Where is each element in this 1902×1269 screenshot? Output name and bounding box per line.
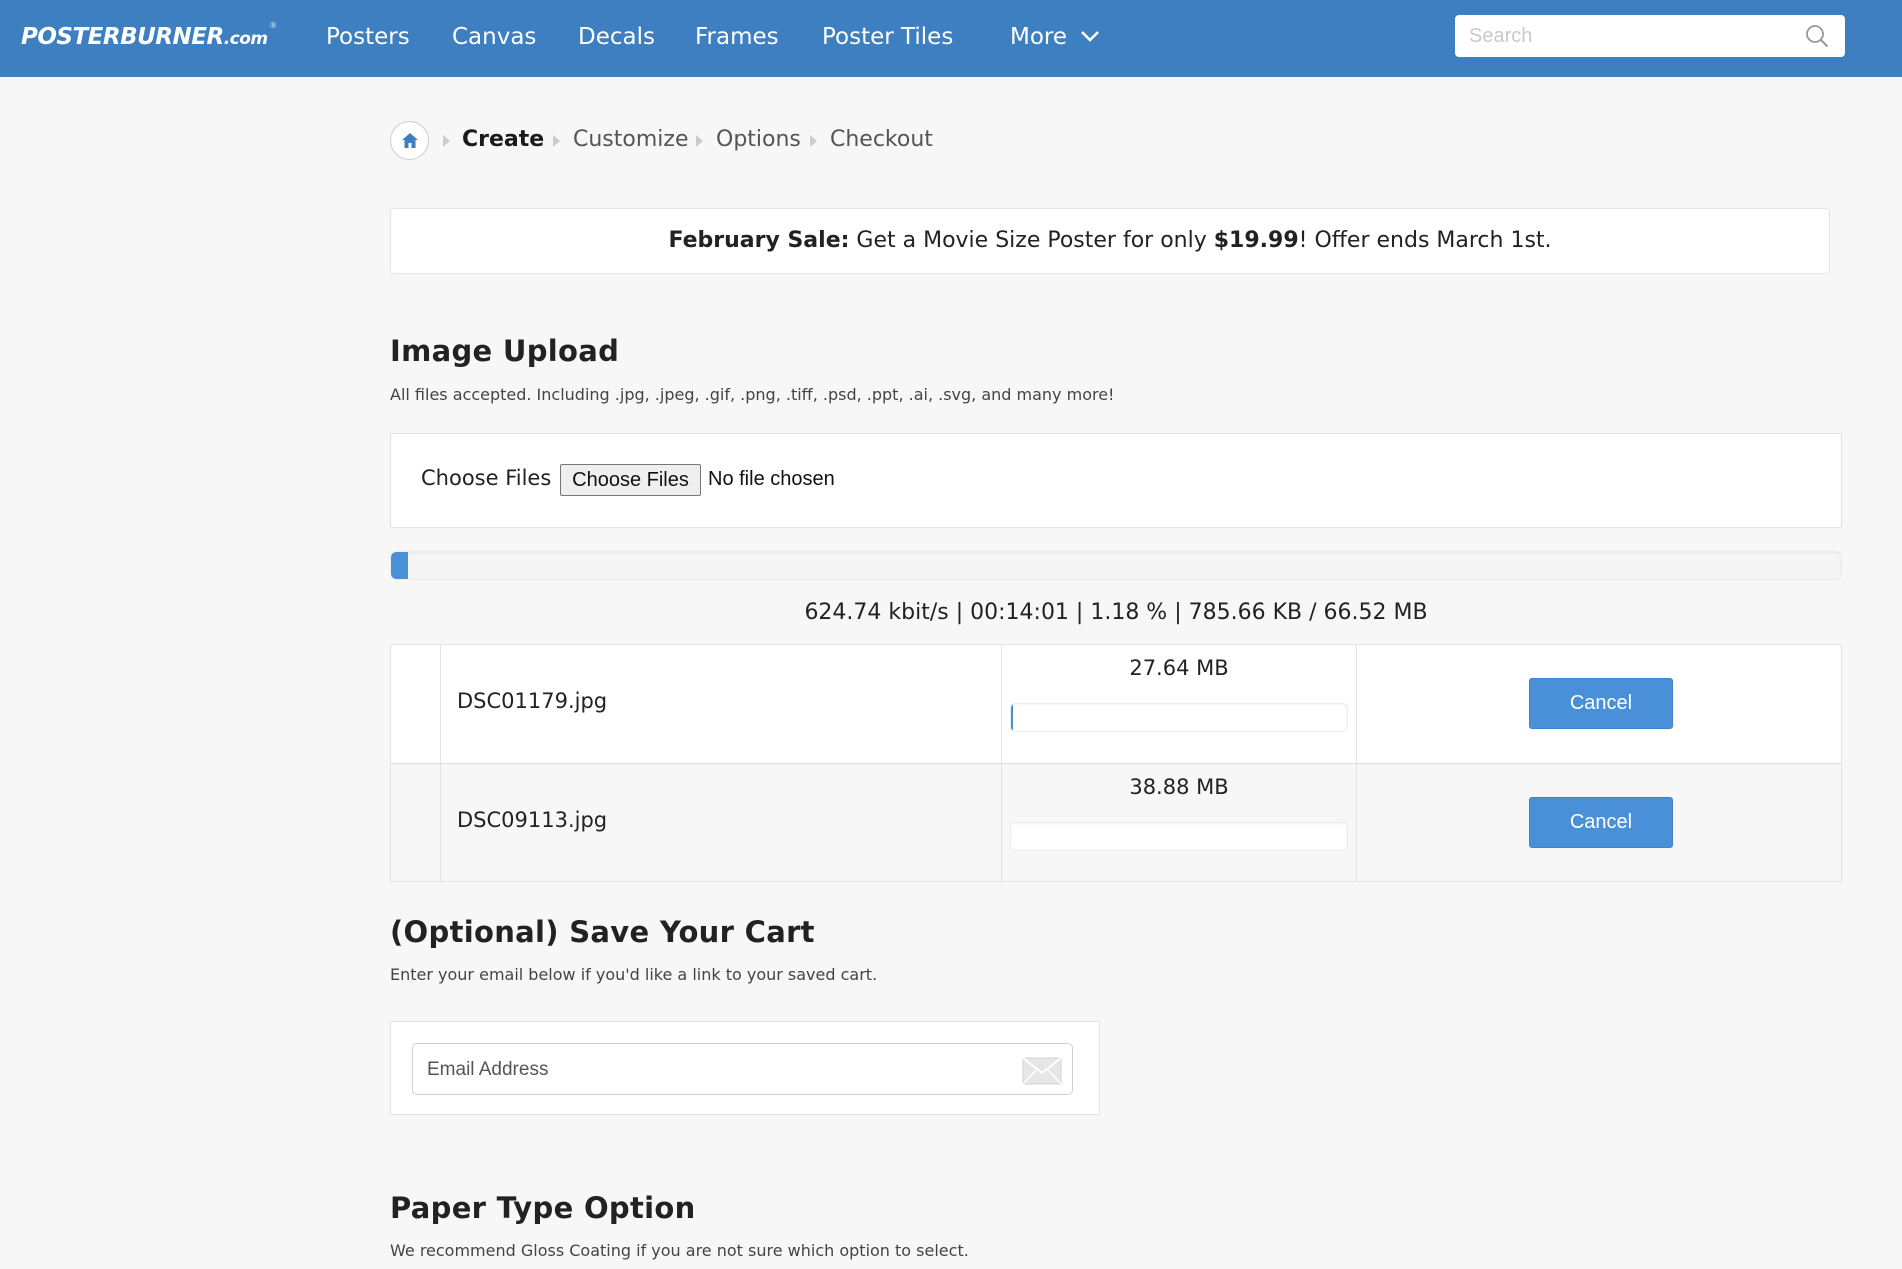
save-cart-subtitle: Enter your email below if you'd like a l… [390,965,878,984]
breadcrumb-separator [696,135,703,147]
nav-frames[interactable]: Frames [695,24,779,50]
file-name: DSC01179.jpg [457,689,608,713]
email-panel [390,1021,1100,1115]
file-progress-bar [1010,703,1348,732]
search-input[interactable] [1469,23,1799,49]
file-size: 27.64 MB [1129,656,1229,680]
top-navbar: POSTERBURNER.com ® Posters Canvas Decals… [0,0,1902,77]
cancel-button[interactable]: Cancel [1529,797,1673,848]
choose-files-label: Choose Files [421,466,552,490]
home-icon [402,133,418,148]
sale-label: February Sale: [668,228,850,253]
chevron-down-icon [1081,30,1100,42]
sale-text-after: ! Offer ends March 1st. [1298,228,1552,253]
nav-more[interactable]: More [1010,24,1100,50]
choose-files-panel: Choose Files Choose Files No file chosen [390,433,1842,528]
envelope-icon [1022,1057,1062,1085]
file-size: 38.88 MB [1129,775,1229,799]
breadcrumb-step-options[interactable]: Options [716,127,801,152]
image-upload-title: Image Upload [390,334,620,368]
image-upload-subtitle: All files accepted. Including .jpg, .jpe… [390,385,1115,404]
breadcrumb-home-button[interactable] [390,121,429,160]
overall-progress-bar [390,551,1842,580]
breadcrumb-separator [443,135,450,147]
upload-file-table: DSC01179.jpg 27.64 MB Cancel DSC09113.jp… [390,644,1842,882]
sale-price: $19.99 [1213,228,1299,253]
breadcrumb-separator [810,135,817,147]
sale-text-before: Get a Movie Size Poster for only [849,228,1214,253]
logo-suffix: .com [223,29,268,49]
file-name-cell: DSC01179.jpg [440,645,1001,763]
paper-type-subtitle: We recommend Gloss Coating if you are no… [390,1241,969,1260]
nav-more-label: More [1010,24,1068,50]
file-progress-bar [1010,822,1348,851]
nav-canvas[interactable]: Canvas [452,24,536,50]
save-cart-title: (Optional) Save Your Cart [390,915,815,949]
file-size-cell: 38.88 MB [1001,764,1356,881]
file-size-cell: 27.64 MB [1001,645,1356,763]
file-status-text: No file chosen [708,468,835,490]
logo-registered-mark: ® [269,21,277,30]
breadcrumb-step-create[interactable]: Create [462,127,544,152]
upload-stats: 624.74 kbit/s | 00:14:01 | 1.18 % | 785.… [804,600,1428,625]
cancel-button[interactable]: Cancel [1529,678,1673,729]
file-name: DSC09113.jpg [457,808,608,832]
table-row: DSC09113.jpg 38.88 MB Cancel [391,763,1841,881]
file-action-cell: Cancel [1356,645,1842,763]
breadcrumb-separator [553,135,560,147]
sale-banner: February Sale: Get a Movie Size Poster f… [390,208,1830,274]
file-name-cell: DSC09113.jpg [440,764,1001,881]
breadcrumb-step-customize[interactable]: Customize [573,127,688,152]
choose-files-button[interactable]: Choose Files [560,464,701,496]
search-box [1455,15,1845,57]
search-icon[interactable] [1805,24,1829,48]
overall-progress-fill [391,552,409,579]
file-action-cell: Cancel [1356,764,1842,881]
nav-decals[interactable]: Decals [578,24,655,50]
nav-posters[interactable]: Posters [326,24,410,50]
paper-type-title: Paper Type Option [390,1191,696,1225]
logo-main: POSTERBURNER [21,24,224,50]
file-progress-fill [1011,704,1014,731]
email-field-wrapper [412,1043,1073,1095]
site-logo[interactable]: POSTERBURNER.com ® [21,21,277,50]
breadcrumb-step-checkout[interactable]: Checkout [830,127,933,152]
nav-poster-tiles[interactable]: Poster Tiles [822,24,953,50]
email-field[interactable] [427,1057,1017,1083]
table-row: DSC01179.jpg 27.64 MB Cancel [391,645,1841,763]
